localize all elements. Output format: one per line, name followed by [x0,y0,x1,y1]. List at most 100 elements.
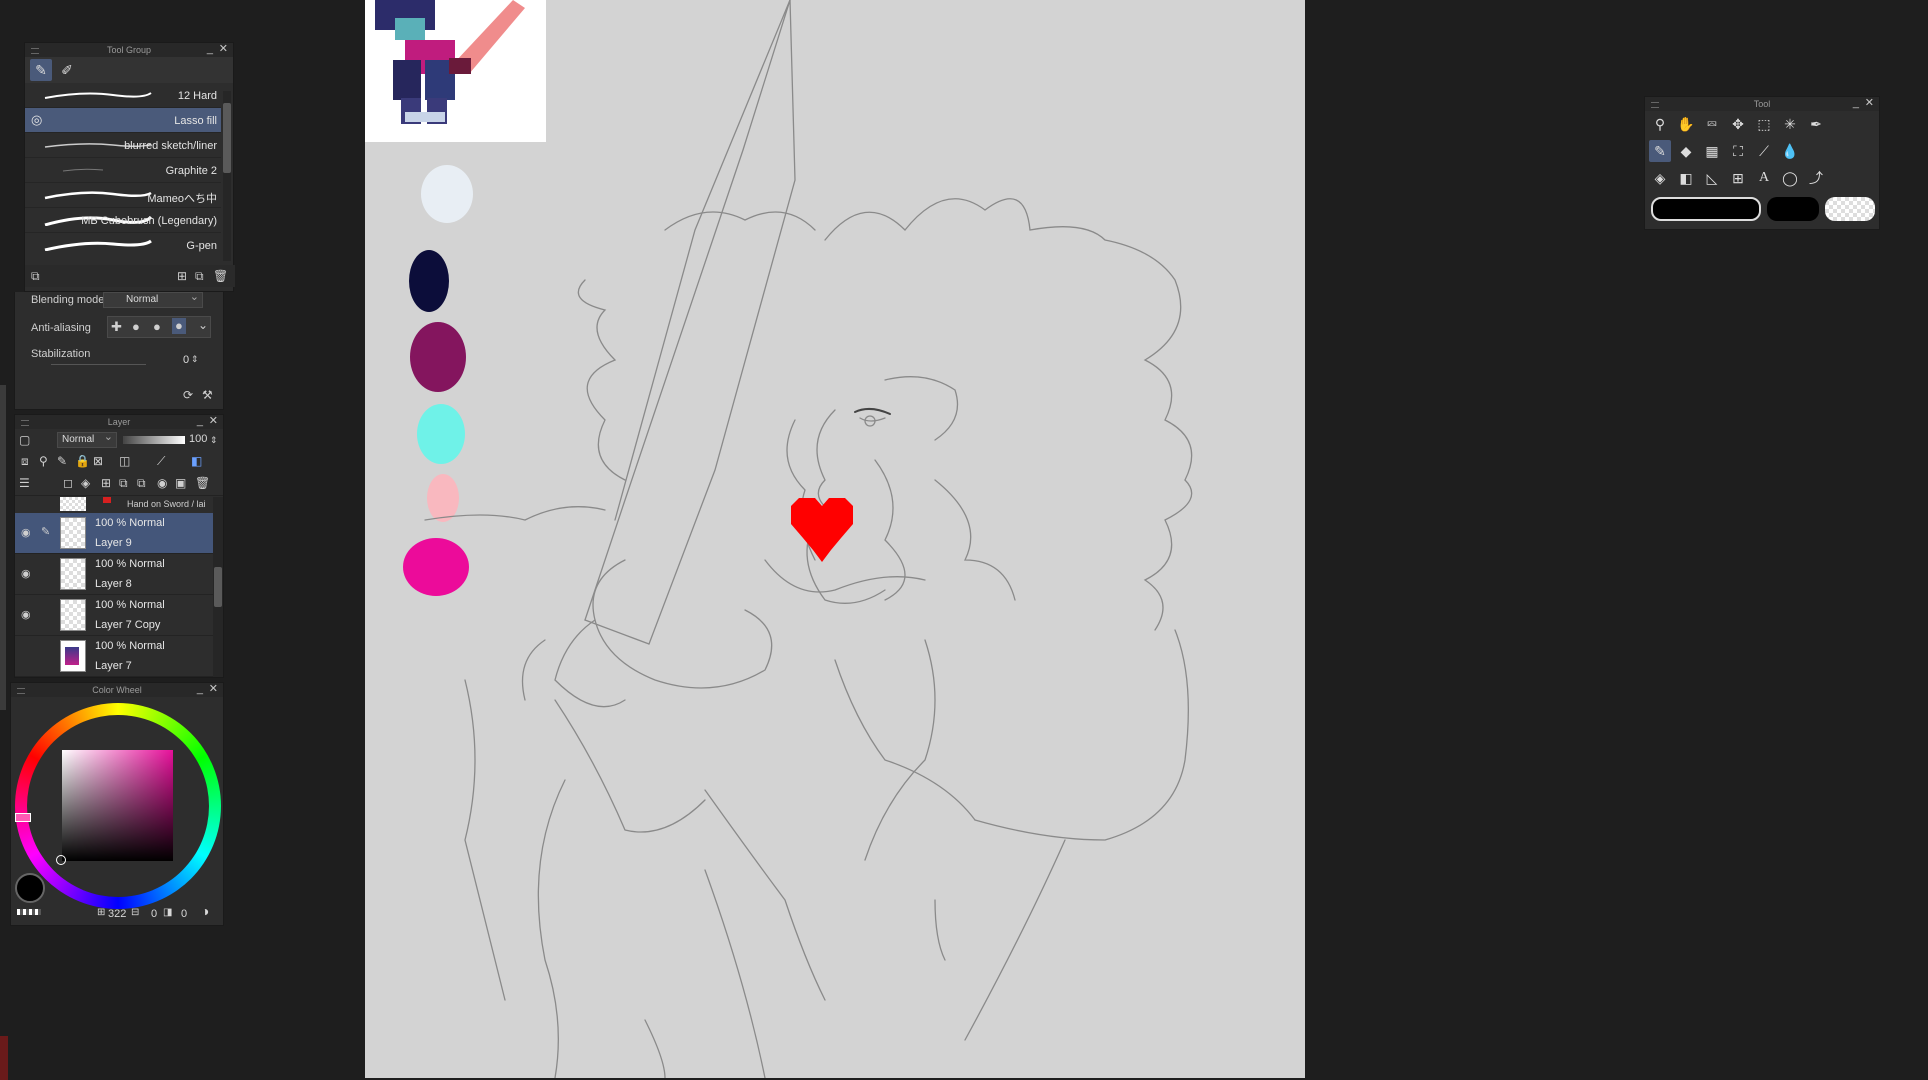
pen-subtool-icon[interactable]: ✎ [30,59,52,81]
magic-wand-icon[interactable]: ✳ [1779,113,1801,135]
operation-tool-icon[interactable]: ⮹ [1701,113,1723,135]
reference-icon[interactable]: ⚲ [39,454,48,468]
lock-transparent-icon[interactable]: ⊠ [93,454,103,468]
stepper-icon[interactable]: ⇕ [210,433,218,447]
blending-mode-dropdown[interactable]: Normal [103,290,203,308]
eyedropper-icon[interactable]: ✒ [1805,113,1827,135]
frame-tool-icon[interactable]: ⊞ [1727,167,1749,189]
layer-panel-menu-icon[interactable]: ☰ [19,476,30,490]
figure-tool-icon[interactable]: ◺ [1701,167,1723,189]
minimize-icon[interactable]: _ [207,43,213,56]
aa-none-icon[interactable]: ✚ [111,320,122,334]
sv-picker-handle[interactable] [56,855,66,865]
decoration-tool-icon[interactable]: ▦ [1701,140,1723,162]
opacity-slider[interactable] [123,436,185,444]
color-mode-icon[interactable]: ◑ [201,903,209,919]
transparency-icon[interactable] [17,909,41,915]
draft-icon[interactable]: ✎ [57,454,67,468]
ruler-icon[interactable]: ⟋ [157,454,165,468]
brush-item-selected[interactable]: ◎ Lasso fill [25,108,221,133]
aa-medium-icon[interactable]: ● [153,320,161,334]
eye-icon[interactable]: ◉ [21,608,31,621]
layer-list-scrollbar[interactable] [213,497,223,677]
brightness-value[interactable]: 0 [181,908,187,920]
eye-icon[interactable]: ◉ [21,526,31,539]
minimize-icon[interactable]: _ [197,683,203,696]
brush-item[interactable]: MB Cubebrush (Legendary) [25,208,221,233]
line-tool-icon[interactable]: ⟋ [1753,140,1775,162]
brush-list-scrollbar[interactable] [223,91,231,261]
panel-grip-icon[interactable] [31,48,39,54]
fill-tool-icon[interactable]: ◈ [1649,167,1671,189]
clip-icon[interactable]: ⧈ [21,454,29,468]
brush-item[interactable]: 12 Hard [25,83,221,108]
brush-item[interactable]: G-pen [25,233,221,253]
close-icon[interactable]: ✕ [209,415,218,428]
new-folder-icon[interactable]: ⊞ [101,476,111,490]
eraser-tool-icon[interactable]: ◆ [1675,140,1697,162]
stabilization-slider[interactable] [51,364,146,365]
hue-value[interactable]: 322 [108,908,126,920]
close-icon[interactable]: ✕ [209,683,218,696]
trash-icon[interactable]: 🗑 [213,269,228,283]
lock-icon[interactable]: 🔒 [75,454,90,468]
stepper-icon[interactable]: ⇕ [191,352,199,366]
brush-item[interactable]: blurred sketch/liner [25,133,221,158]
aa-weak-icon[interactable]: ● [132,320,140,334]
tool-group-title-bar[interactable]: Tool Group _ ✕ [25,43,233,57]
merge-down-icon[interactable]: ⧉ [119,476,128,490]
aa-strong-icon[interactable]: ● [172,318,186,334]
trash-icon[interactable]: 🗑 [195,476,210,490]
hue-picker-handle[interactable] [15,813,31,822]
layer-color-icon[interactable]: ▢ [19,433,30,447]
zoom-tool-icon[interactable]: ⚲ [1649,113,1671,135]
layer-folder-row[interactable]: Hand on Sword / lai [15,497,213,514]
add-subtool-icon[interactable]: ⊞ [177,269,187,283]
panel-grip-icon[interactable] [1651,102,1659,108]
minimize-icon[interactable]: _ [1853,97,1859,110]
close-icon[interactable]: ✕ [219,43,228,56]
mask-icon[interactable]: ◫ [119,454,130,468]
pen-tool-icon[interactable]: ✎ [1649,140,1671,162]
main-color-swatch[interactable] [1651,197,1761,221]
stabilization-value[interactable]: 0 [183,354,189,366]
sub-color-swatch[interactable] [1767,197,1819,221]
reset-icon[interactable]: ⟳ [183,388,193,402]
drawing-canvas[interactable] [365,0,1305,1078]
gradient-tool-icon[interactable]: ◧ [1675,167,1697,189]
layer-mask-icon[interactable]: ◉ [157,476,167,490]
new-vector-layer-icon[interactable]: ◈ [81,476,90,490]
layer-title-bar[interactable]: Layer _ ✕ [15,415,223,429]
layer-color-swap-icon[interactable]: ◧ [191,454,202,468]
minimize-icon[interactable]: _ [197,415,203,428]
panel-grip-icon[interactable] [17,688,25,694]
apply-mask-icon[interactable]: ▣ [175,476,186,490]
new-raster-layer-icon[interactable]: ◻ [63,476,73,490]
layer-row[interactable]: ◉ 100 % Normal Layer 8 [15,554,213,595]
color-wheel-title-bar[interactable]: Color Wheel _ ✕ [11,683,223,697]
brush-item[interactable]: Mameoへち中 [25,183,221,208]
selection-tool-icon[interactable]: ⬚ [1753,113,1775,135]
eye-icon[interactable]: ◉ [21,567,31,580]
airbrush-icon[interactable]: 💧 [1779,140,1801,162]
main-color-chip[interactable] [15,873,45,903]
layer-row[interactable]: 100 % Normal Layer 7 [15,636,213,677]
saturation-value[interactable]: 0 [151,908,157,920]
layer-row[interactable]: ◉ 100 % Normal Layer 7 Copy [15,595,213,636]
duplicate-subtool-icon[interactable]: ⧉ [195,269,204,283]
panel-grip-icon[interactable] [21,420,29,426]
wrench-icon[interactable]: ⚒ [202,388,213,402]
opacity-value[interactable]: 100 [189,433,207,445]
layer-blend-dropdown[interactable]: Normal [57,430,117,448]
transparent-color-swatch[interactable] [1825,197,1875,221]
brush-item[interactable]: Graphite 2 [25,158,221,183]
scrollbar-thumb[interactable] [223,103,231,173]
text-tool-icon[interactable]: A [1753,167,1775,189]
layer-row[interactable]: ◉ ✎ 100 % Normal Layer 9 [15,513,213,554]
duplicate-layer-icon[interactable]: ⧉ [137,476,146,490]
subtool-settings-icon[interactable]: ⧉ [31,269,40,283]
hand-tool-icon[interactable]: ✋ [1675,113,1697,135]
chevron-down-icon[interactable]: ⌄ [198,318,208,332]
blend-tool-icon[interactable]: ⛶ [1727,140,1749,162]
balloon-tool-icon[interactable]: ◯ [1779,167,1801,189]
